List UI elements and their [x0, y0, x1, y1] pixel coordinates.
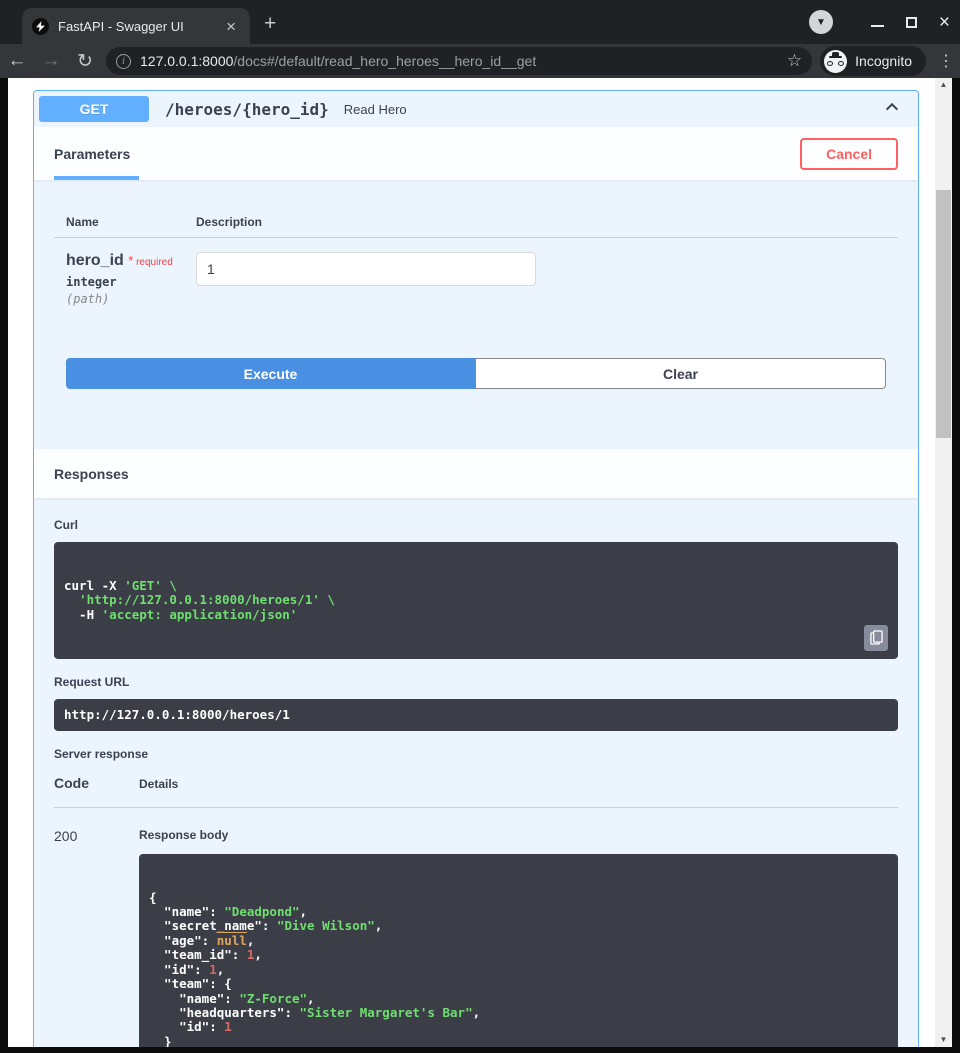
clear-button[interactable]: Clear — [475, 358, 886, 389]
scrollbar[interactable]: ▲ ▼ — [935, 78, 952, 1047]
parameters-body: Name Description hero_id * required inte… — [34, 180, 918, 419]
param-required-badge: * required — [128, 257, 173, 268]
cancel-button[interactable]: Cancel — [800, 138, 898, 170]
browser-tab[interactable]: FastAPI - Swagger UI × — [22, 8, 250, 44]
server-response-label: Server response — [54, 747, 898, 761]
incognito-icon — [824, 50, 847, 73]
reload-icon[interactable]: ↻ — [68, 50, 102, 73]
copy-curl-button[interactable] — [864, 625, 888, 651]
param-type: integer — [66, 275, 196, 289]
column-description: Description — [196, 215, 262, 229]
scrollbar-down-icon[interactable]: ▼ — [935, 1033, 952, 1047]
param-location: (path) — [66, 292, 196, 306]
param-name: hero_id — [66, 252, 124, 269]
request-url-label: Request URL — [54, 675, 898, 689]
window-minimize-icon[interactable] — [871, 25, 884, 27]
collapse-chevron-icon[interactable] — [883, 98, 901, 121]
column-code: Code — [54, 775, 139, 791]
parameters-header: Parameters Cancel — [34, 127, 918, 180]
browser-menu-icon[interactable]: ⋮ — [932, 51, 960, 71]
scrollbar-thumb[interactable] — [936, 190, 951, 438]
tab-close-icon[interactable]: × — [222, 17, 240, 36]
new-tab-icon[interactable]: + — [264, 13, 276, 34]
page-info-icon[interactable]: i — [116, 54, 131, 69]
tab-title: FastAPI - Swagger UI — [58, 19, 222, 34]
curl-label: Curl — [54, 518, 898, 532]
scrollbar-up-icon[interactable]: ▲ — [935, 78, 952, 92]
window-close-icon[interactable]: × — [939, 13, 950, 32]
incognito-label: Incognito — [855, 53, 912, 69]
opblock-get-read-hero: GET /heroes/{hero_id} Read Hero Paramete… — [33, 90, 919, 1047]
url-host: 127.0.0.1:8000 — [140, 53, 233, 69]
browser-toolbar: ← → ↻ i 127.0.0.1:8000/docs#/default/rea… — [0, 44, 960, 78]
execute-button[interactable]: Execute — [66, 358, 475, 389]
request-url-value: http://127.0.0.1:8000/heroes/1 — [64, 708, 290, 722]
incognito-badge: Incognito — [820, 46, 926, 76]
bookmark-star-icon[interactable]: ☆ — [787, 51, 802, 71]
request-url-block: http://127.0.0.1:8000/heroes/1 — [54, 699, 898, 731]
back-icon[interactable]: ← — [0, 50, 34, 72]
tab-underline — [54, 176, 139, 180]
server-response-row: 200 Response body { "name": "Deadpond", … — [54, 808, 898, 1047]
endpoint-summary: Read Hero — [344, 102, 883, 117]
column-name: Name — [66, 215, 196, 229]
browser-titlebar: FastAPI - Swagger UI × + ▼ × — [0, 0, 960, 44]
endpoint-path: /heroes/{hero_id} — [165, 100, 329, 119]
responses-body: Curl curl -X 'GET' \ 'http://127.0.0.1:8… — [34, 498, 918, 1047]
responses-header: Responses — [34, 449, 918, 498]
response-body-block: { "name": "Deadpond", "secret_name": "Di… — [139, 854, 898, 1047]
param-row-hero-id: hero_id * required integer (path) — [54, 238, 898, 306]
column-details: Details — [139, 777, 178, 791]
window-maximize-icon[interactable] — [906, 17, 917, 28]
method-badge: GET — [39, 96, 149, 122]
hero-id-input[interactable] — [196, 252, 536, 286]
curl-block: curl -X 'GET' \ 'http://127.0.0.1:8000/h… — [54, 542, 898, 659]
url-bar[interactable]: i 127.0.0.1:8000/docs#/default/read_hero… — [106, 47, 812, 75]
page-content: GET /heroes/{hero_id} Read Hero Paramete… — [8, 78, 952, 1047]
url-text: 127.0.0.1:8000/docs#/default/read_hero_h… — [140, 53, 779, 69]
url-path: /docs#/default/read_hero_heroes__hero_id… — [233, 53, 536, 69]
endpoint-header[interactable]: GET /heroes/{hero_id} Read Hero — [34, 91, 918, 127]
forward-icon[interactable]: → — [34, 50, 68, 72]
responses-title: Responses — [54, 466, 129, 482]
fastapi-favicon-icon — [32, 18, 49, 35]
status-code: 200 — [54, 828, 139, 1047]
response-body-label: Response body — [139, 828, 898, 842]
tab-parameters[interactable]: Parameters — [54, 146, 130, 162]
tab-search-icon[interactable]: ▼ — [809, 10, 833, 34]
